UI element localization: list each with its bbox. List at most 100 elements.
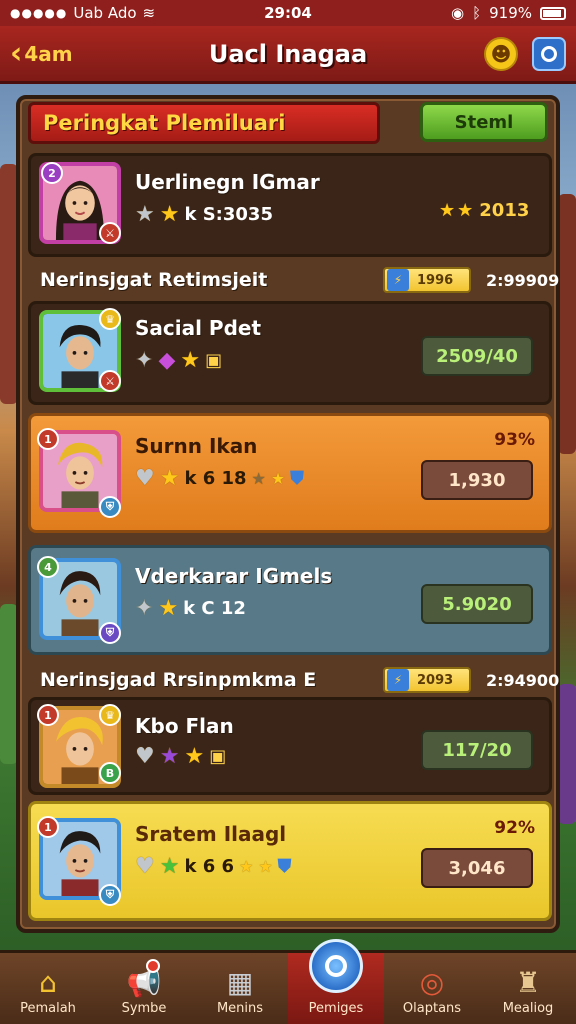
shield-icon: ⛊ (290, 468, 304, 489)
star-icon: ★ (239, 857, 254, 876)
star-icon: ★ (159, 854, 180, 879)
star-icon: ★ (251, 469, 266, 488)
percent-value: 93% (494, 430, 535, 450)
chip-value: 2093 (417, 672, 454, 688)
star-icon: ★ (159, 466, 180, 491)
rating-value: 2013 (479, 200, 530, 221)
rank-badge: 2 (41, 162, 63, 184)
nav-label: Pemiges (308, 1001, 364, 1016)
bg-crate-right (558, 684, 576, 824)
star-icon: ★ (270, 469, 286, 488)
section-value: 2:99909 (486, 271, 560, 290)
search-icon (309, 939, 363, 993)
score-box: 117/20 (421, 730, 533, 770)
star-icon: ✦ (135, 596, 154, 621)
star-icon: ♥ (135, 744, 155, 769)
panel-title: Peringkat Plemiluari (28, 102, 380, 144)
player-card[interactable]: 4 ⛨ Vderkarar IGmels ✦ ★ k C 12 5.9020 (28, 545, 552, 655)
nav-item-pemiges[interactable]: Pemiges (288, 939, 384, 1024)
signal-icon: ●●●●● (10, 6, 68, 20)
score-box: 5.9020 (421, 584, 533, 624)
shield-icon: ▣ (205, 350, 223, 371)
crown-badge-icon: ♛ (99, 308, 121, 330)
nav-label: Mealiog (502, 1001, 554, 1016)
section-title: Nerinsjgat Retimsjeit (40, 269, 268, 291)
location-icon: ◉ (451, 4, 465, 22)
star-icon: ♥ (135, 466, 155, 491)
bg-building-right (558, 194, 576, 454)
featured-player-card[interactable]: 2 ⚔ Uerlinegn IGmar ★ ★ k S:3035 ★ ★ 201… (28, 153, 552, 257)
nav-label: Olaptans (402, 1001, 462, 1016)
carrier-label: Uab Ado (73, 4, 137, 22)
player-name: Sratem Ilaagl (135, 822, 287, 846)
nav-item-olaptans[interactable]: ◎ Olaptans (384, 953, 480, 1024)
percent-value: 92% (494, 818, 535, 838)
star-icon: ★ (135, 202, 155, 227)
section-title: Nerinsjgad Rrsinpmkma E (40, 669, 317, 691)
star-icon: ★ (258, 857, 273, 876)
nav-label: Pemalah (20, 1001, 76, 1016)
page-title: Uacl Inagaa (208, 39, 368, 68)
wifi-icon: ≋ (142, 4, 156, 22)
rank-badge: 4 (37, 556, 59, 578)
star-icon: ★ (159, 202, 180, 227)
star-icon: ♥ (135, 854, 155, 879)
app-header: ‹ 4am Uacl Inagaa ☻ (0, 26, 576, 84)
player-stats: ♥ ★ ★ ▣ (135, 744, 226, 769)
gem-icon: ◆ (158, 348, 176, 373)
bolt-icon: ⚡ (387, 269, 409, 291)
box-icon: ▦ (226, 966, 254, 999)
section-chip: ⚡ 2093 (383, 667, 471, 693)
star-icon: ★ (457, 200, 474, 221)
back-button[interactable]: ‹ 4am (10, 35, 120, 71)
stat-value: k C 12 (183, 598, 246, 619)
player-stats: ♥ ★ k 6 18 ★ ★ ⛊ (135, 466, 304, 491)
shield-icon: ⛊ (277, 856, 292, 877)
stat-value: k 6 6 (184, 856, 235, 877)
player-card[interactable]: 1 ⛨ Surnn Ikan ♥ ★ k 6 18 ★ ★ ⛊ 93% 1,93… (28, 413, 552, 533)
score-box: 1,930 (421, 460, 533, 500)
home-icon: ⌂ (39, 966, 57, 999)
star-icon: ★ (158, 596, 179, 621)
bottom-nav: ⌂ Pemalah 📢 Symbe ▦ Menins Pemiges ◎ Ola… (0, 939, 576, 1024)
star-icon: ✦ (135, 348, 154, 373)
nav-item-menins[interactable]: ▦ Menins (192, 953, 288, 1024)
rank-badge: 1 (37, 816, 59, 838)
stat-value: k S:3035 (184, 204, 273, 225)
score-box: 2509/40 (421, 336, 533, 376)
player-card[interactable]: ♛ ⚔ Sacial Pdet ✦ ◆ ★ ▣ 2509/40 (28, 301, 552, 405)
stat-value: k 6 18 (184, 468, 247, 489)
player-card[interactable]: 1 ♛ B Kbo Flan ♥ ★ ★ ▣ 117/20 (28, 697, 552, 795)
shield-badge-icon: ⛨ (99, 622, 121, 644)
status-bar: ●●●●● Uab Ado ≋ 29:04 ◉ ᛒ 919% (0, 0, 576, 26)
nav-label: Symbe (121, 1001, 167, 1016)
nav-item-mealiog[interactable]: ♜ Mealiog (480, 953, 576, 1024)
medal-icon: ◎ (419, 966, 445, 999)
star-icon: ★ (180, 348, 201, 373)
back-label: 4am (24, 41, 73, 66)
profile-button[interactable] (532, 36, 566, 71)
start-button[interactable]: Steml (420, 102, 548, 142)
megaphone-icon: 📢 (126, 966, 162, 999)
player-stats: ★ ★ k S:3035 (135, 202, 273, 227)
score-box: 3,046 (421, 848, 533, 888)
player-stats: ♥ ★ k 6 6 ★ ★ ⛊ (135, 854, 291, 879)
chevron-left-icon: ‹ (10, 35, 23, 71)
player-stats: ✦ ★ k C 12 (135, 596, 246, 621)
bolt-icon: ⚡ (387, 669, 409, 691)
player-card[interactable]: 1 ⛨ Sratem Ilaagl ♥ ★ k 6 6 ★ ★ ⛊ 92% 3,… (28, 801, 552, 921)
nav-item-home[interactable]: ⌂ Pemalah (0, 953, 96, 1024)
star-icon: ★ (439, 200, 456, 221)
bluetooth-icon: ᛒ (472, 4, 482, 22)
featured-rating: ★ ★ 2013 (439, 200, 529, 221)
sword-badge-icon: ⚔ (99, 222, 121, 244)
clock: 29:04 (264, 4, 312, 22)
player-name: Surnn Ikan (135, 434, 258, 458)
rank-badge: 1 (37, 428, 59, 450)
nav-label: Menins (216, 1001, 264, 1016)
crown-badge-icon: ♛ (99, 704, 121, 726)
smiley-icon[interactable]: ☻ (484, 36, 518, 71)
nav-item-symbe[interactable]: 📢 Symbe (96, 953, 192, 1024)
player-name: Vderkarar IGmels (135, 564, 333, 588)
chess-icon: ♜ (515, 966, 541, 999)
